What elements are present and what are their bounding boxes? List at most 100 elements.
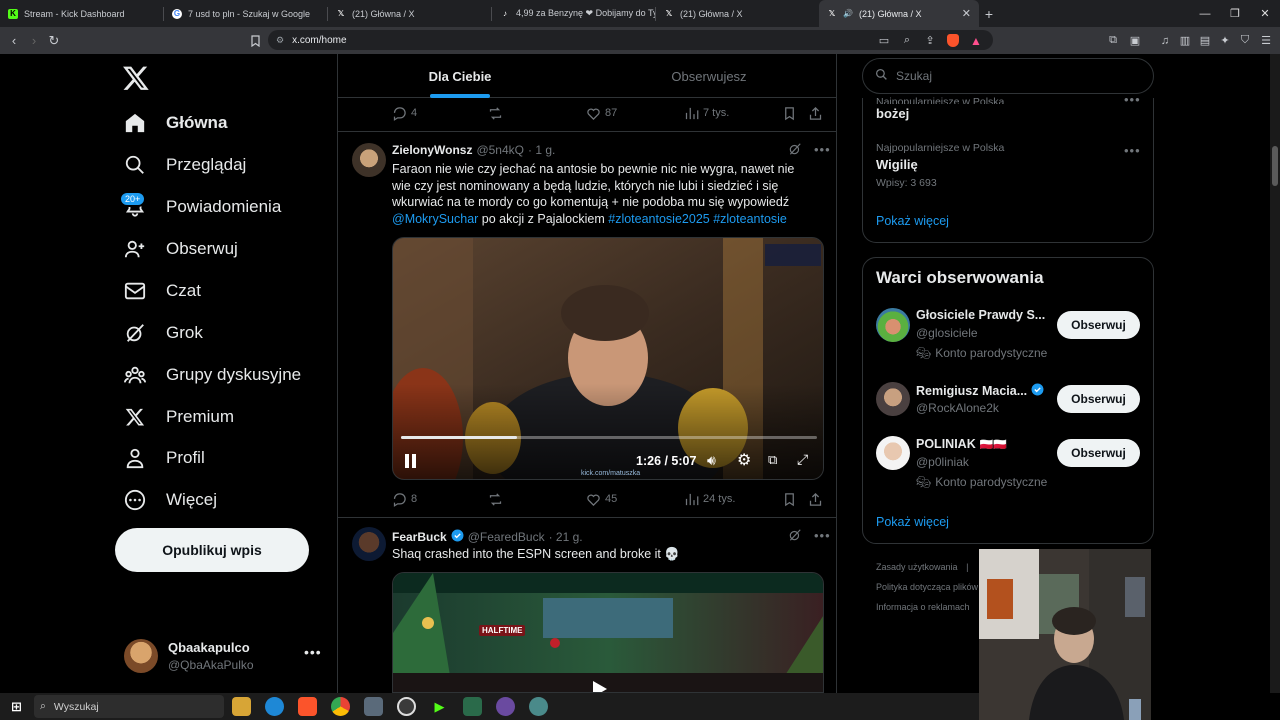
browser-tab[interactable]: ♪ 4,99 za Benzynę ❤ Dobijamy do Ty	[492, 0, 655, 27]
post-button[interactable]: Opublikuj wpis	[115, 528, 309, 572]
brave-icon[interactable]	[298, 697, 317, 716]
nav-chat[interactable]: Czat	[122, 276, 201, 306]
more-dots-icon[interactable]: •••	[814, 528, 831, 545]
extensions-icon[interactable]: ⧉	[1103, 27, 1123, 54]
grok-icon[interactable]	[788, 142, 802, 159]
show-more-link[interactable]: Pokaż więcej	[876, 214, 949, 228]
video-progress-track[interactable]	[401, 436, 817, 439]
more-dots-icon[interactable]: •••	[1124, 143, 1141, 158]
back-icon[interactable]: ‹	[4, 27, 24, 54]
footer-link[interactable]: Informacja o reklamach	[876, 602, 970, 612]
vpn-icon[interactable]: ⛉	[1235, 27, 1255, 54]
avatar[interactable]	[876, 382, 910, 416]
chrome-icon[interactable]	[331, 697, 350, 716]
nav-explore[interactable]: Przeglądaj	[122, 150, 246, 180]
bookmark-button[interactable]	[782, 103, 797, 123]
more-dots-icon[interactable]: •••	[814, 142, 831, 159]
tab-following[interactable]: Obserwujesz	[582, 54, 836, 98]
browser-tab[interactable]: G 7 usd to pln - Szukaj w Google	[164, 0, 327, 27]
browser-tab-active[interactable]: 𝕏 🔊 (21) Główna / X ✕	[819, 0, 979, 27]
reload-icon[interactable]: ↻	[44, 27, 64, 54]
nav-follow[interactable]: Obserwuj	[122, 234, 238, 264]
footer-link[interactable]: Zasady użytkowania |	[876, 562, 968, 572]
more-dots-icon[interactable]: •••	[1124, 92, 1141, 107]
scrollbar[interactable]	[1270, 54, 1280, 693]
cast-icon[interactable]: ▭	[874, 27, 894, 54]
volume-icon[interactable]: 🔊︎	[707, 452, 716, 469]
repost-button[interactable]	[488, 489, 503, 509]
sidebar-icon[interactable]: ▥	[1175, 27, 1195, 54]
show-more-link[interactable]: Pokaż więcej	[876, 515, 949, 529]
minimize-icon[interactable]: —	[1188, 0, 1222, 27]
nav-more[interactable]: Więcej	[122, 485, 217, 515]
author-name[interactable]: FearBuck	[392, 530, 447, 544]
account-name[interactable]: POLINIAK 🇵🇱🇵🇱	[916, 437, 1007, 451]
menu-icon[interactable]: ☰	[1256, 27, 1276, 54]
trend-item[interactable]: bożej	[876, 106, 909, 121]
browser-tab[interactable]: K Stream - Kick Dashboard	[0, 0, 163, 27]
footer-link[interactable]: Polityka dotycząca plików	[876, 582, 978, 592]
share-button[interactable]	[808, 103, 823, 123]
obs-icon[interactable]	[397, 697, 416, 716]
tweet-time[interactable]: · 1 g.	[528, 143, 555, 157]
account-switcher[interactable]: Qbaakapulco @QbaAkaPulko •••	[124, 638, 324, 674]
brave-rewards-icon[interactable]: ▲	[966, 27, 986, 54]
windows-start-icon[interactable]: ⊞	[7, 697, 26, 716]
tweet-time[interactable]: · 21 g.	[549, 530, 583, 544]
tweet-media[interactable]: HALFTIME	[392, 572, 824, 693]
share-button[interactable]	[808, 489, 823, 509]
bookmark-button[interactable]	[782, 489, 797, 509]
zoom-icon[interactable]: ⌕	[897, 27, 917, 54]
hashtag-link[interactable]: #zloteantosie2025	[608, 212, 709, 226]
views-button[interactable]: 24 tys.	[684, 489, 735, 509]
media-icon[interactable]: ♫	[1155, 27, 1175, 54]
taskbar-search[interactable]: ⌕ Wyszukaj	[34, 695, 224, 718]
account-name[interactable]: Remigiusz Macia...	[916, 383, 1044, 399]
leo-ai-icon[interactable]: ✦	[1215, 27, 1235, 54]
discord-icon[interactable]	[496, 697, 515, 716]
avatar[interactable]	[352, 527, 386, 561]
more-dots-icon[interactable]: •••	[304, 644, 322, 660]
nav-home[interactable]: Główna	[122, 108, 227, 138]
file-explorer-icon[interactable]	[232, 697, 251, 716]
browser-tab[interactable]: 𝕏 (21) Główna / X	[328, 0, 491, 27]
views-button[interactable]: 7 tys.	[684, 103, 729, 123]
close-window-icon[interactable]: ✕	[1248, 0, 1280, 27]
restore-icon[interactable]: ❐	[1218, 0, 1252, 27]
video-player[interactable]: kick.com/matuszka 1:26 / 5:07 🔊︎ ⚙ ⧉ ⤢	[392, 237, 824, 480]
follow-button[interactable]: Obserwuj	[1057, 439, 1140, 467]
edge-icon[interactable]	[265, 697, 284, 716]
forward-icon[interactable]: ›	[24, 27, 44, 54]
nav-communities[interactable]: Grupy dyskusyjne	[122, 360, 301, 390]
close-tab-icon[interactable]: ✕	[962, 7, 971, 20]
kick-icon[interactable]: ▶	[430, 697, 449, 716]
nav-premium[interactable]: Premium	[122, 402, 234, 432]
author-handle[interactable]: @5n4kQ	[476, 143, 524, 157]
app-icon[interactable]	[463, 697, 482, 716]
repost-button[interactable]	[488, 103, 503, 123]
like-button[interactable]: 45	[586, 489, 617, 509]
search-input[interactable]: Szukaj	[862, 58, 1154, 94]
bookmark-icon[interactable]	[245, 27, 265, 54]
new-tab-button[interactable]: +	[979, 0, 999, 27]
wallet-icon[interactable]: ▤	[1195, 27, 1215, 54]
mention-link[interactable]: @MokrySuchar	[392, 212, 478, 226]
app-icon[interactable]	[364, 697, 383, 716]
screenshot-icon[interactable]: ▣	[1125, 27, 1145, 54]
author-name[interactable]: ZielonyWonsz	[392, 143, 472, 157]
trend-item[interactable]: Wigilię	[876, 157, 918, 172]
app-icon[interactable]	[529, 697, 548, 716]
x-logo-icon[interactable]	[122, 64, 150, 92]
tab-for-you[interactable]: Dla Ciebie	[338, 54, 582, 98]
share-icon[interactable]: ⇪	[920, 27, 940, 54]
like-button[interactable]: 87	[586, 103, 617, 123]
follow-button[interactable]: Obserwuj	[1057, 311, 1140, 339]
brave-shield-icon[interactable]	[943, 27, 963, 54]
grok-icon[interactable]	[788, 528, 802, 545]
avatar[interactable]	[876, 436, 910, 470]
nav-profile[interactable]: Profil	[122, 443, 205, 473]
browser-tab[interactable]: 𝕏 (21) Główna / X	[656, 0, 819, 27]
hashtag-link[interactable]: #zloteantosie	[710, 212, 787, 226]
reply-button[interactable]: 4	[392, 103, 417, 123]
scroll-thumb[interactable]	[1272, 146, 1278, 186]
